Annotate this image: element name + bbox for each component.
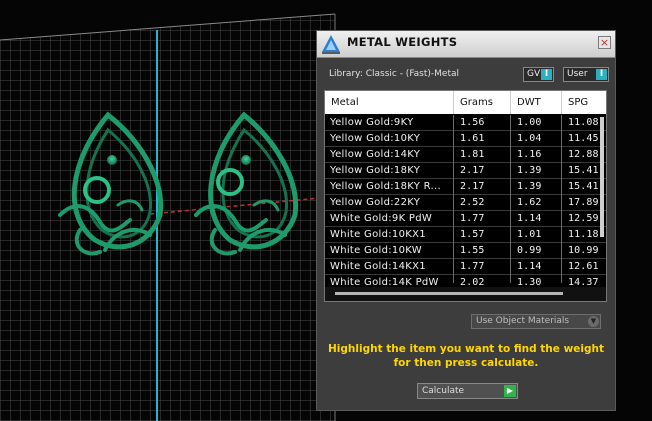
user-toggle-knob[interactable]: I: [596, 69, 607, 80]
metal-table[interactable]: Metal Grams DWT SPG Yellow Gold:9KY 1.56 1…: [324, 90, 607, 302]
play-icon[interactable]: ▶: [504, 385, 516, 397]
cell-metal: Yellow Gold:22KY: [330, 197, 421, 208]
cell-spg: 17.89: [568, 197, 599, 208]
cell-spg: 10.99: [568, 245, 599, 256]
logo-icon: [322, 35, 340, 54]
table-row[interactable]: White Gold:10KW 1.55 0.99 10.99: [325, 243, 606, 259]
cell-dwt: 0.99: [517, 245, 542, 256]
cell-dwt: 1.00: [517, 117, 542, 128]
header-dwt[interactable]: DWT: [517, 97, 541, 108]
table-row[interactable]: White Gold:9K PdW 1.77 1.14 12.59: [325, 211, 606, 227]
header-grams[interactable]: Grams: [460, 97, 493, 108]
cell-dwt: 1.62: [517, 197, 542, 208]
cell-metal: Yellow Gold:9KY: [330, 117, 414, 128]
cell-spg: 11.08: [568, 117, 599, 128]
cell-spg: 12.59: [568, 213, 599, 224]
cell-metal: White Gold:9K PdW: [330, 213, 433, 224]
cell-grams: 1.55: [460, 245, 485, 256]
cell-spg: 15.41: [568, 165, 599, 176]
cell-grams: 1.57: [460, 229, 485, 240]
cell-grams: 1.61: [460, 133, 485, 144]
metal-weights-panel: METAL WEIGHTS × Library: Classic - (Fast…: [316, 30, 616, 411]
panel-title: METAL WEIGHTS: [347, 35, 458, 49]
panel-titlebar[interactable]: METAL WEIGHTS ×: [317, 31, 615, 58]
table-row[interactable]: Yellow Gold:18KY R... 2.17 1.39 15.41: [325, 179, 606, 195]
gv-toggle[interactable]: GV I: [523, 67, 554, 82]
calculate-label: Calculate: [422, 386, 465, 396]
table-row[interactable]: White Gold:14KX1 1.77 1.14 12.61: [325, 259, 606, 275]
table-row[interactable]: White Gold:10KX1 1.57 1.01 11.18: [325, 227, 606, 243]
close-icon[interactable]: ×: [598, 36, 611, 49]
cell-spg: 12.88: [568, 149, 599, 160]
column-divider: [453, 115, 454, 283]
user-toggle-label: User: [567, 69, 588, 79]
instruction-line-1: Highlight the item you want to find the …: [328, 343, 604, 355]
cell-dwt: 1.39: [517, 165, 542, 176]
header-divider: [561, 91, 562, 114]
cell-dwt: 1.39: [517, 181, 542, 192]
cell-grams: 2.17: [460, 165, 485, 176]
cell-spg: 11.45: [568, 133, 599, 144]
cell-dwt: 1.14: [517, 261, 542, 272]
gv-toggle-knob[interactable]: I: [541, 69, 552, 80]
cell-dwt: 1.04: [517, 133, 542, 144]
material-dropdown-label: Use Object Materials: [476, 316, 570, 326]
cell-metal: Yellow Gold:18KY: [330, 165, 421, 176]
user-toggle[interactable]: User I: [563, 67, 609, 82]
cell-spg: 11.18: [568, 229, 599, 240]
cell-metal: White Gold:10KW: [330, 245, 422, 256]
cell-spg: 15.41: [568, 181, 599, 192]
gv-toggle-label: GV: [527, 69, 541, 79]
chevron-down-icon[interactable]: ▼: [588, 316, 599, 327]
table-header: Metal Grams DWT SPG: [325, 91, 606, 114]
instruction-line-2: for then press calculate.: [393, 357, 539, 369]
table-body: Yellow Gold:9KY 1.56 1.00 11.08 Yellow Gold:…: [325, 115, 606, 291]
calculate-button[interactable]: Calculate ▶: [417, 383, 518, 399]
table-row[interactable]: Yellow Gold:22KY 2.52 1.62 17.89: [325, 195, 606, 211]
cell-grams: 1.56: [460, 117, 485, 128]
cell-metal: Yellow Gold:18KY R...: [330, 181, 441, 192]
cell-spg: 12.61: [568, 261, 599, 272]
cell-metal: Yellow Gold:10KY: [330, 133, 421, 144]
cell-grams: 1.81: [460, 149, 485, 160]
header-divider: [510, 91, 511, 114]
cell-metal: White Gold:14KX1: [330, 261, 426, 272]
cell-metal: White Gold:10KX1: [330, 229, 426, 240]
cell-dwt: 1.16: [517, 149, 542, 160]
header-divider: [453, 91, 454, 114]
cell-dwt: 1.14: [517, 213, 542, 224]
cell-grams: 2.17: [460, 181, 485, 192]
header-metal[interactable]: Metal: [331, 97, 359, 108]
column-divider: [510, 115, 511, 283]
header-spg[interactable]: SPG: [568, 97, 588, 108]
horizontal-scrollbar[interactable]: [335, 292, 563, 295]
instruction-text: Highlight the item you want to find the …: [327, 342, 605, 370]
cell-grams: 1.77: [460, 261, 485, 272]
material-dropdown[interactable]: Use Object Materials ▼: [471, 314, 601, 329]
library-label: Library: Classic - (Fast)-Metal: [329, 69, 460, 79]
table-row[interactable]: Yellow Gold:18KY 2.17 1.39 15.41: [325, 163, 606, 179]
cell-grams: 2.52: [460, 197, 485, 208]
cell-metal: Yellow Gold:14KY: [330, 149, 421, 160]
table-row[interactable]: Yellow Gold:9KY 1.56 1.00 11.08: [325, 115, 606, 131]
cell-grams: 1.77: [460, 213, 485, 224]
horizontal-scroll-track: [325, 287, 606, 301]
vertical-scrollbar[interactable]: [600, 117, 604, 237]
cell-dwt: 1.01: [517, 229, 542, 240]
table-row[interactable]: Yellow Gold:14KY 1.81 1.16 12.88: [325, 147, 606, 163]
column-divider: [561, 115, 562, 283]
table-row[interactable]: Yellow Gold:10KY 1.61 1.04 11.45: [325, 131, 606, 147]
